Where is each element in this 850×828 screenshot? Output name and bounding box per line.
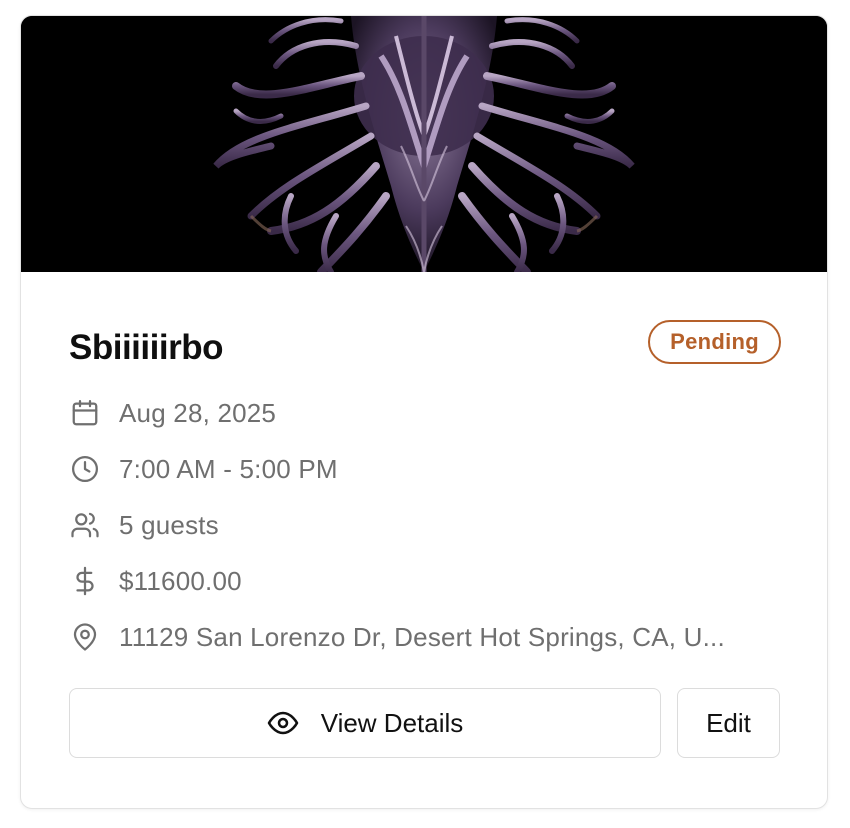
event-card: Sbiiiiiirbo Pending Aug 28, 2025 7:00 AM… — [20, 15, 828, 809]
dollar-icon — [69, 565, 101, 597]
event-price: $11600.00 — [119, 565, 242, 596]
event-address-row: 11129 San Lorenzo Dr, Desert Hot Springs… — [69, 617, 725, 657]
edit-button[interactable]: Edit — [677, 688, 780, 758]
event-address: 11129 San Lorenzo Dr, Desert Hot Springs… — [119, 621, 725, 652]
event-price-row: $11600.00 — [69, 561, 242, 601]
edit-label: Edit — [706, 707, 751, 738]
event-date-row: Aug 28, 2025 — [69, 393, 276, 433]
event-guests: 5 guests — [119, 509, 219, 540]
event-time-row: 7:00 AM - 5:00 PM — [69, 449, 338, 489]
view-details-button[interactable]: View Details — [69, 688, 661, 758]
event-guests-row: 5 guests — [69, 505, 219, 545]
map-pin-icon — [69, 621, 101, 653]
event-time: 7:00 AM - 5:00 PM — [119, 453, 338, 484]
status-badge: Pending — [648, 320, 781, 364]
event-title: Sbiiiiiirbo — [69, 328, 223, 367]
clock-icon — [69, 453, 101, 485]
event-cover-image — [21, 16, 827, 272]
view-details-label: View Details — [320, 707, 464, 738]
users-icon — [69, 509, 101, 541]
eye-icon — [267, 707, 299, 739]
calendar-icon — [69, 397, 101, 429]
event-date: Aug 28, 2025 — [119, 397, 277, 428]
